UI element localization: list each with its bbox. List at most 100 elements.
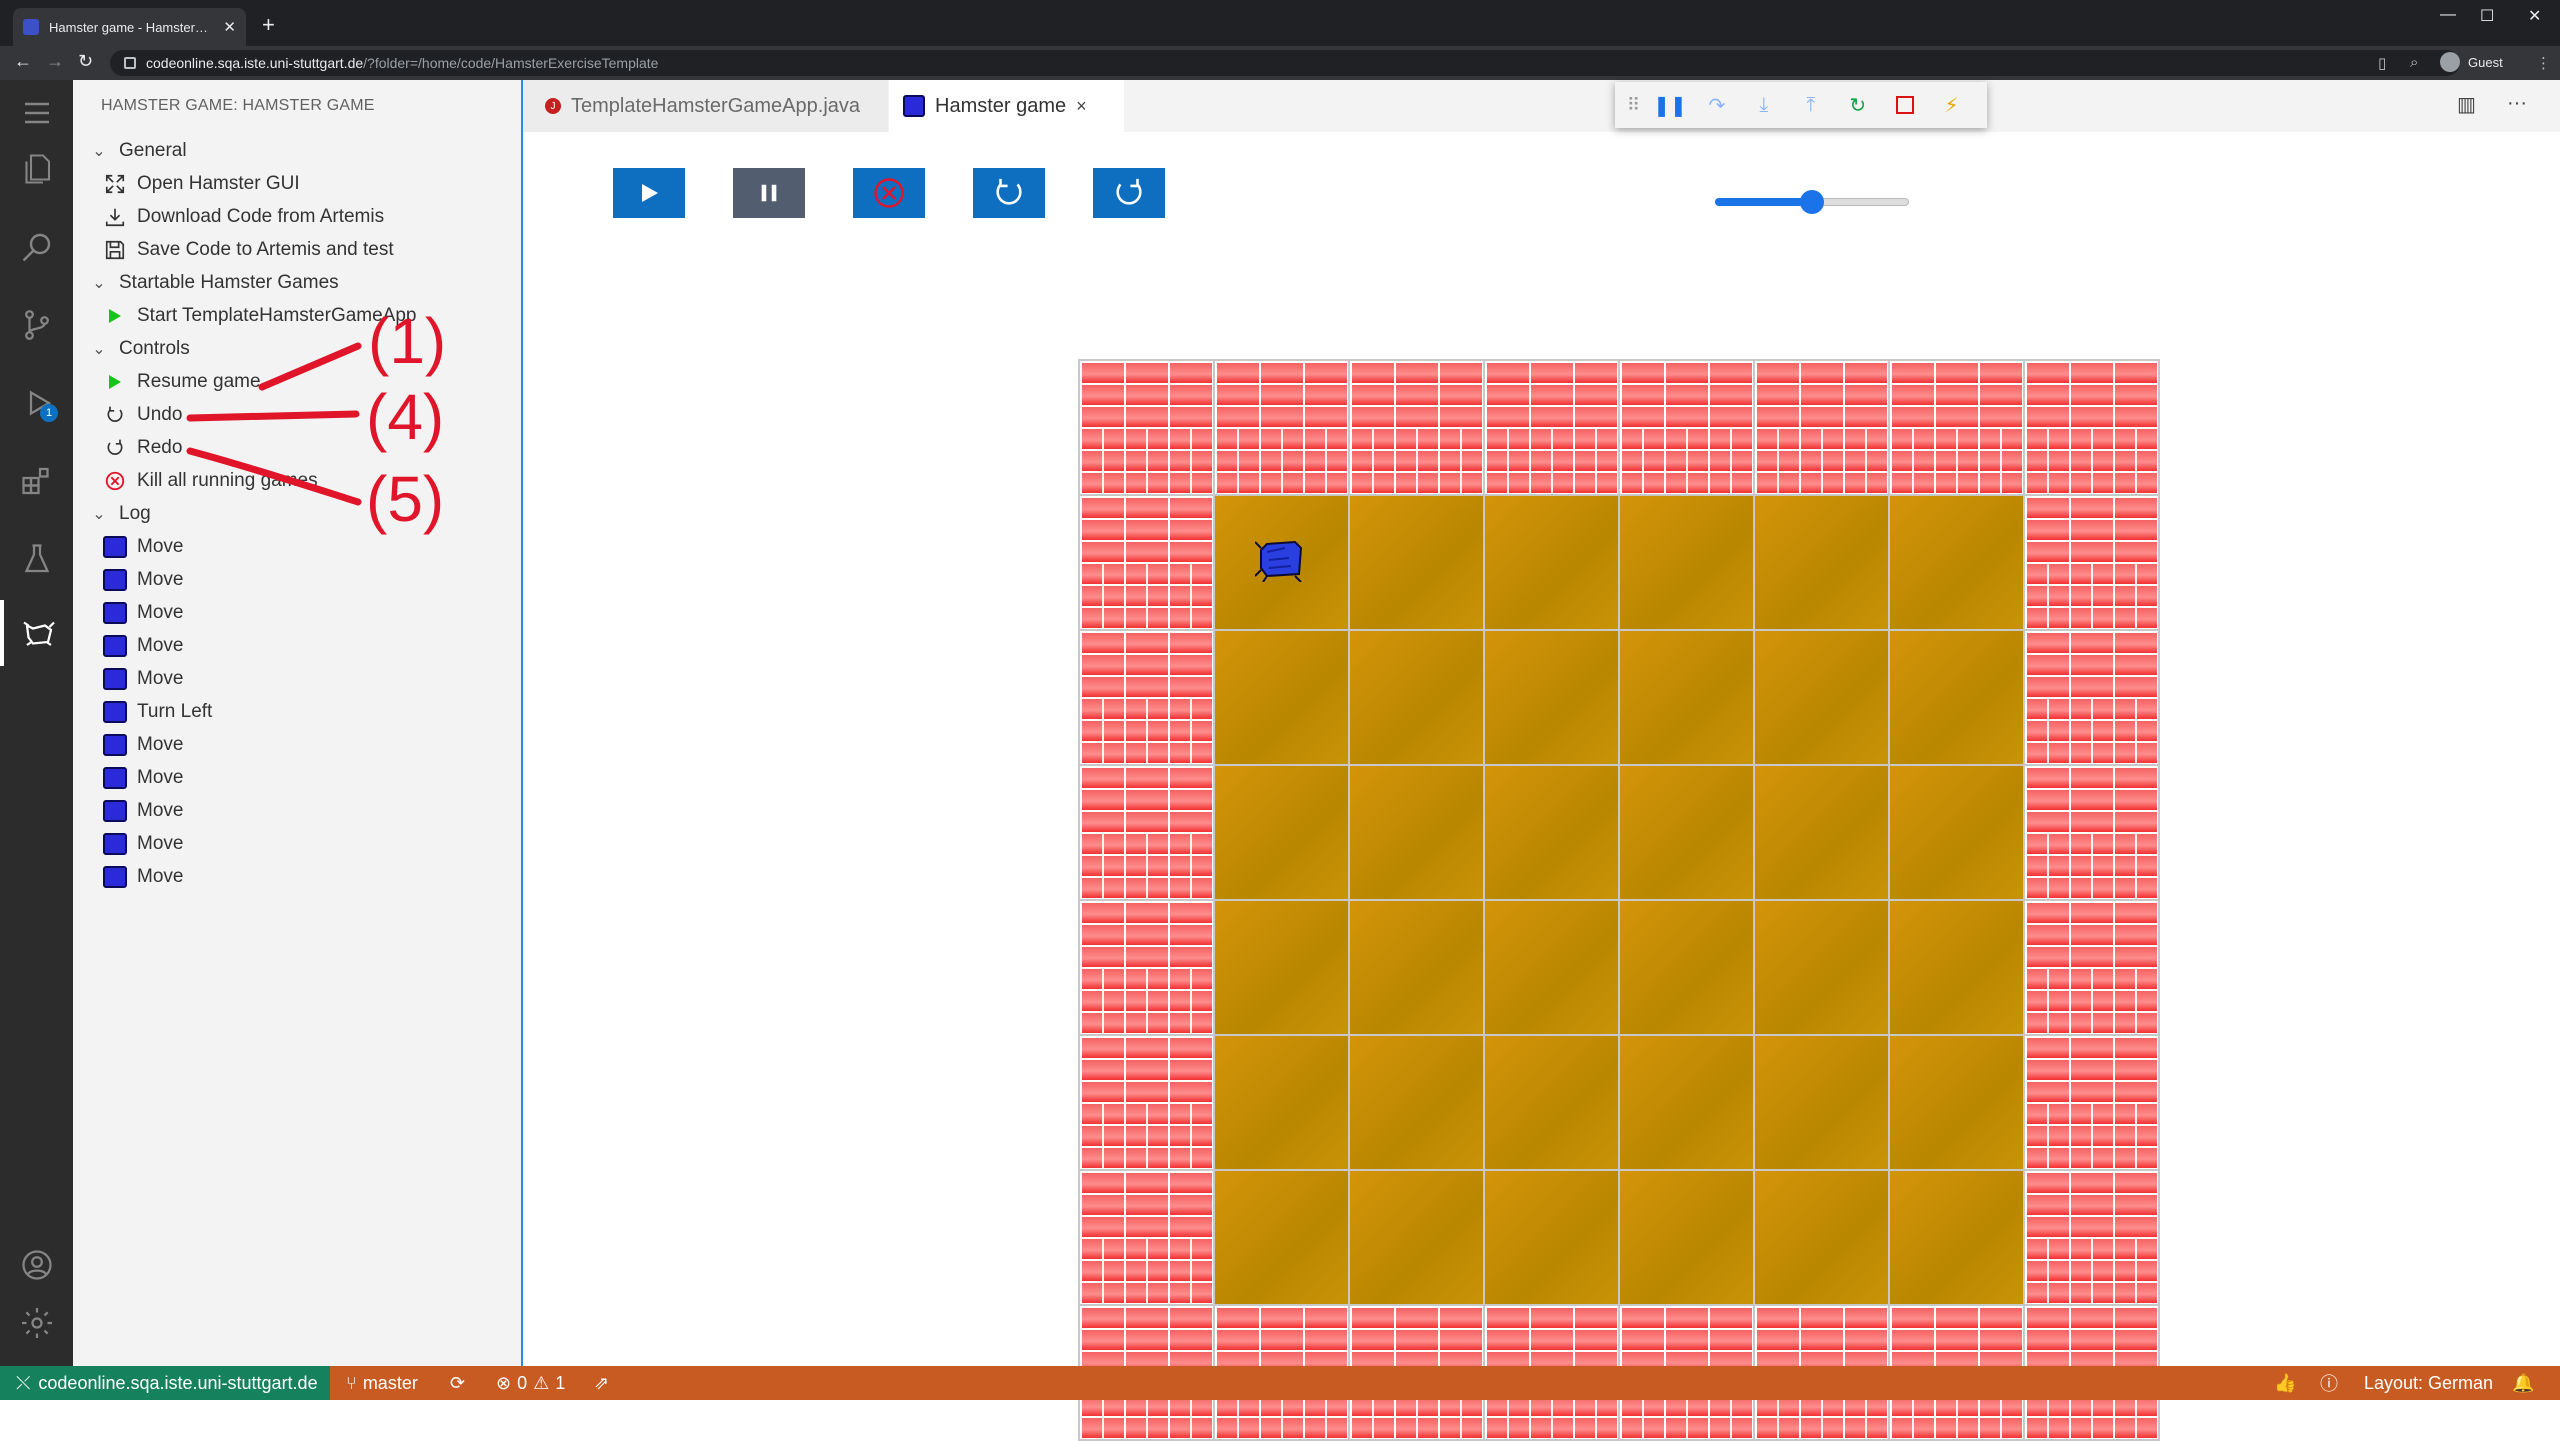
settings-gear-icon[interactable] [0, 1290, 73, 1356]
undo-button[interactable] [973, 168, 1045, 218]
drag-handle-icon[interactable]: ⠿ [1627, 95, 1647, 116]
close-window-icon[interactable]: ✕ [2528, 6, 2541, 26]
hamster-icon [103, 832, 127, 856]
debug-pause-icon[interactable]: ❚❚ [1647, 82, 1694, 128]
hamster-view-icon[interactable] [0, 600, 73, 666]
branch-indicator[interactable]: ⑂ master [346, 1366, 418, 1400]
profile-button[interactable]: Guest [2440, 52, 2503, 72]
problems-indicator[interactable]: ⊗ 0 ⚠ 1 [496, 1366, 565, 1400]
annotation-label-4: (4) [366, 381, 445, 453]
log-entry[interactable]: Move [73, 662, 520, 695]
back-icon[interactable]: ← [14, 51, 32, 72]
tab-template-java[interactable]: J TemplateHamsterGameApp.java [523, 80, 889, 132]
log-entry[interactable]: Move [73, 629, 520, 662]
section-general[interactable]: ⌄ General [73, 134, 520, 167]
resume-game-item[interactable]: Resume game [73, 365, 520, 398]
kill-games-item[interactable]: Kill all running games [73, 464, 520, 497]
floor-tile [1890, 631, 2023, 764]
wall-tile [1215, 361, 1348, 494]
speed-slider[interactable] [1715, 190, 1909, 214]
account-icon[interactable] [0, 1232, 73, 1298]
redo-item[interactable]: Redo [73, 431, 520, 464]
browser-menu-icon[interactable]: ⋮ [2536, 54, 2551, 72]
save-page-icon[interactable]: ▯ [2378, 54, 2386, 72]
log-entry[interactable]: Move [73, 761, 520, 794]
split-editor-icon[interactable]: ▥ [2457, 92, 2476, 117]
log-entry[interactable]: Move [73, 728, 520, 761]
log-entry[interactable]: Move [73, 563, 520, 596]
download-code-item[interactable]: Download Code from Artemis [73, 200, 520, 233]
address-bar[interactable]: codeonline.sqa.iste.uni-stuttgart.de/?fo… [110, 50, 2460, 76]
floor-tile [1350, 496, 1483, 629]
error-icon: ⊗ [496, 1372, 512, 1393]
step-over-icon[interactable]: ↷ [1693, 82, 1740, 128]
minimize-icon[interactable]: — [2440, 6, 2456, 24]
log-label: Move [137, 535, 184, 557]
live-share-icon[interactable]: ⇗ [594, 1366, 609, 1400]
close-tab-icon[interactable]: × [1076, 96, 1087, 117]
browser-tab[interactable]: Hamster game - HamsterExercise ✕ [13, 8, 246, 46]
feedback-icon[interactable]: 👍 [2274, 1366, 2296, 1400]
favicon-icon [23, 19, 39, 35]
search-icon[interactable] [0, 214, 73, 280]
open-hamster-gui-item[interactable]: Open Hamster GUI [73, 167, 520, 200]
tab-label: Hamster game [935, 94, 1067, 117]
log-entry[interactable]: Move [73, 794, 520, 827]
wall-tile [1080, 361, 1213, 494]
floor-tile [1350, 631, 1483, 764]
section-startable[interactable]: ⌄ Startable Hamster Games [73, 266, 520, 299]
step-into-icon[interactable]: ⤓ [1740, 82, 1787, 128]
wall-tile [2025, 1171, 2158, 1304]
hot-replace-icon[interactable]: ⚡ [1928, 82, 1975, 128]
wall-tile [1080, 1171, 1213, 1304]
section-controls[interactable]: ⌄ Controls [73, 332, 520, 365]
log-entry[interactable]: Move [73, 530, 520, 563]
wall-tile [2025, 766, 2158, 899]
source-control-icon[interactable] [0, 292, 73, 358]
explorer-icon[interactable] [0, 136, 73, 202]
floor-tile [1755, 1171, 1888, 1304]
floor-tile [1350, 766, 1483, 899]
stop-icon[interactable] [1881, 82, 1928, 128]
play-icon [103, 304, 127, 328]
log-entry[interactable]: Move [73, 860, 520, 893]
run-debug-icon[interactable]: 1 [0, 370, 73, 436]
log-entry[interactable]: Move [73, 596, 520, 629]
floor-tile [1620, 901, 1753, 1034]
log-entry[interactable]: Move [73, 827, 520, 860]
section-log[interactable]: ⌄ Log [73, 497, 520, 530]
hamster-icon [103, 634, 127, 658]
extensions-icon[interactable] [0, 448, 73, 514]
undo-item[interactable]: Undo [73, 398, 520, 431]
play-button[interactable] [613, 168, 685, 218]
zoom-icon[interactable]: ⌕ [2410, 54, 2418, 71]
close-tab-icon[interactable]: ✕ [223, 18, 236, 36]
redo-button[interactable] [1093, 168, 1165, 218]
remote-indicator[interactable]: ⤬ codeonline.sqa.iste.uni-stuttgart.de [0, 1366, 330, 1400]
reload-icon[interactable]: ↻ [78, 51, 93, 72]
maximize-icon[interactable]: ☐ [2480, 6, 2494, 26]
sync-icon[interactable]: ⟳ [450, 1366, 465, 1400]
kill-button[interactable] [853, 168, 925, 218]
log-entry[interactable]: Turn Left [73, 695, 520, 728]
debug-toolbar: ⠿ ❚❚ ↷ ⤓ ⤒ ↻ ⚡ [1615, 82, 1987, 128]
error-count: 0 [517, 1372, 528, 1393]
step-out-icon[interactable]: ⤒ [1787, 82, 1834, 128]
tab-hamster-game[interactable]: Hamster game × [889, 80, 1125, 132]
start-game-item[interactable]: Start TemplateHamsterGameApp [73, 299, 520, 332]
save-code-item[interactable]: Save Code to Artemis and test [73, 233, 520, 266]
more-actions-icon[interactable]: ··· [2507, 92, 2527, 115]
info-icon[interactable]: ⓘ [2320, 1366, 2338, 1400]
slider-thumb[interactable] [1800, 190, 1824, 214]
testing-icon[interactable] [0, 526, 73, 592]
floor-tile [1485, 766, 1618, 899]
hamster-icon [103, 700, 127, 724]
notifications-icon[interactable]: 🔔 [2512, 1366, 2534, 1400]
keyboard-layout[interactable]: Layout: German [2364, 1366, 2493, 1400]
new-tab-button[interactable]: + [262, 12, 275, 38]
restart-icon[interactable]: ↻ [1834, 82, 1881, 128]
pause-button[interactable] [733, 168, 805, 218]
forward-icon[interactable]: → [46, 51, 64, 72]
wall-tile [1890, 361, 2023, 494]
floor-tile [1350, 1171, 1483, 1304]
